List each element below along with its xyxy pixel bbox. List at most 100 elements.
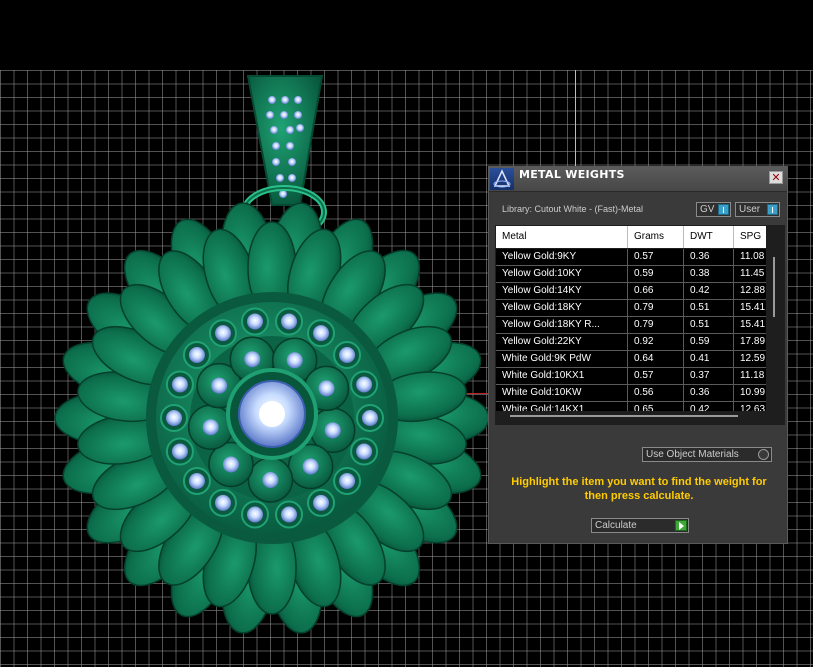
table-cell-grams: 0.79 <box>628 300 684 316</box>
table-row[interactable]: White Gold:9K PdW 0.64 0.41 12.59 <box>496 351 766 368</box>
table-cell-dwt: 0.36 <box>684 385 734 401</box>
gem <box>202 419 219 436</box>
metal-weights-table: Metal Grams DWT SPG Yellow Gold:9KY 0.57 0… <box>495 225 785 425</box>
gem <box>215 325 231 342</box>
table-cell-metal: White Gold:10KW <box>496 385 628 401</box>
table-cell-dwt: 0.51 <box>684 317 734 333</box>
table-cell-dwt: 0.37 <box>684 368 734 384</box>
table-cell-grams: 0.57 <box>628 368 684 384</box>
gem <box>171 443 188 460</box>
table-cell-grams: 0.57 <box>628 249 684 265</box>
table-cell-metal: Yellow Gold:9KY <box>496 249 628 265</box>
column-header-grams[interactable]: Grams <box>628 226 684 248</box>
table-cell-metal: Yellow Gold:22KY <box>496 334 628 350</box>
gem <box>188 347 205 364</box>
table-row[interactable]: Yellow Gold:9KY 0.57 0.36 11.08 <box>496 249 766 266</box>
table-row[interactable]: Yellow Gold:22KY 0.92 0.59 17.89 <box>496 334 766 351</box>
panel-titlebar[interactable]: METAL WEIGHTS ✕ <box>489 167 787 192</box>
gem <box>356 443 373 460</box>
table-cell-spg: 11.18 <box>740 370 765 381</box>
table-cell-dwt: 0.59 <box>684 334 734 350</box>
play-icon <box>675 520 687 531</box>
instructions-text: Highlight the item you want to find the … <box>511 476 767 502</box>
gv-toggle[interactable]: GV <box>696 202 731 217</box>
gem <box>318 380 335 397</box>
use-object-materials-toggle[interactable]: Use Object Materials <box>642 447 772 462</box>
panel-title: METAL WEIGHTS <box>519 168 625 181</box>
metal-weights-panel: METAL WEIGHTS ✕ Library: Cutout White - … <box>488 166 788 544</box>
table-cell-dwt: 0.41 <box>684 351 734 367</box>
gv-toggle-label: GV <box>700 204 715 215</box>
vertical-scroll-thumb[interactable] <box>773 257 775 317</box>
gem <box>362 410 378 426</box>
gem <box>262 471 279 488</box>
table-cell-grams: 0.92 <box>628 334 684 350</box>
gem <box>246 506 263 523</box>
matrix-app-logo-icon <box>490 168 514 190</box>
gem <box>313 494 329 511</box>
table-cell-spg: 12.88 <box>740 285 766 296</box>
table-cell-grams: 0.66 <box>628 283 684 299</box>
center-gem-table <box>259 401 285 427</box>
table-cell-grams: 0.79 <box>628 317 684 333</box>
table-cell-dwt: 0.38 <box>684 266 734 282</box>
table-body: Yellow Gold:9KY 0.57 0.36 11.08 Yellow Gold:… <box>496 249 766 421</box>
gem <box>313 325 329 342</box>
toggle-icon <box>767 204 778 215</box>
vertical-scrollbar[interactable] <box>770 249 778 419</box>
gem <box>339 472 356 489</box>
table-cell-metal: Yellow Gold:18KY <box>496 300 628 316</box>
column-header-spg[interactable]: SPG <box>734 226 770 248</box>
gem <box>281 313 298 330</box>
table-cell-spg: 17.89 <box>740 336 766 347</box>
user-toggle[interactable]: User <box>735 202 780 217</box>
table-cell-grams: 0.56 <box>628 385 684 401</box>
gem <box>222 456 239 473</box>
gem <box>215 494 231 511</box>
gem <box>211 377 228 394</box>
library-label: Library: Cutout White - (Fast)-Metal <box>502 204 644 214</box>
table-cell-spg: 11.45 <box>740 268 765 279</box>
table-cell-spg: 15.41 <box>740 319 766 330</box>
table-cell-spg: 15.41 <box>740 302 766 313</box>
calculate-button[interactable]: Calculate <box>591 518 689 533</box>
table-cell-metal: Yellow Gold:18KY R... <box>496 317 628 333</box>
table-cell-metal: White Gold:9K PdW <box>496 351 628 367</box>
table-cell-grams: 0.59 <box>628 266 684 282</box>
gem <box>166 410 182 426</box>
table-cell-dwt: 0.51 <box>684 300 734 316</box>
table-cell-spg: 11.08 <box>740 251 765 262</box>
column-header-dwt[interactable]: DWT <box>684 226 734 248</box>
table-cell-metal: Yellow Gold:14KY <box>496 283 628 299</box>
table-row[interactable]: White Gold:10KX1 0.57 0.37 11.18 <box>496 368 766 385</box>
table-cell-spg: 10.99 <box>740 387 766 398</box>
table-cell-grams: 0.64 <box>628 351 684 367</box>
gem <box>286 352 303 369</box>
use-object-materials-label: Use Object Materials <box>646 449 739 460</box>
table-cell-dwt: 0.36 <box>684 249 734 265</box>
table-cell-dwt: 0.42 <box>684 283 734 299</box>
table-cell-metal: White Gold:10KX1 <box>496 368 628 384</box>
gem <box>188 472 205 489</box>
gem <box>339 347 356 364</box>
radio-icon <box>758 449 769 460</box>
table-row[interactable]: Yellow Gold:14KY 0.66 0.42 12.88 <box>496 283 766 300</box>
horizontal-scrollbar[interactable] <box>495 411 767 421</box>
table-cell-spg: 12.59 <box>740 353 766 364</box>
table-row[interactable]: Yellow Gold:18KY 0.79 0.51 15.41 <box>496 300 766 317</box>
gem <box>171 376 188 393</box>
horizontal-scroll-thumb[interactable] <box>510 415 738 417</box>
gem <box>302 458 319 475</box>
toggle-icon <box>718 204 729 215</box>
gem <box>281 506 298 523</box>
column-header-metal[interactable]: Metal <box>496 226 628 248</box>
gem <box>324 422 341 439</box>
gem <box>356 376 373 393</box>
close-icon[interactable]: ✕ <box>769 171 783 184</box>
table-cell-metal: Yellow Gold:10KY <box>496 266 628 282</box>
calculate-label: Calculate <box>595 520 637 531</box>
table-row[interactable]: White Gold:10KW 0.56 0.36 10.99 <box>496 385 766 402</box>
table-row[interactable]: Yellow Gold:18KY R... 0.79 0.51 15.41 <box>496 317 766 334</box>
table-row[interactable]: Yellow Gold:10KY 0.59 0.38 11.45 <box>496 266 766 283</box>
table-header: Metal Grams DWT SPG <box>496 226 766 248</box>
